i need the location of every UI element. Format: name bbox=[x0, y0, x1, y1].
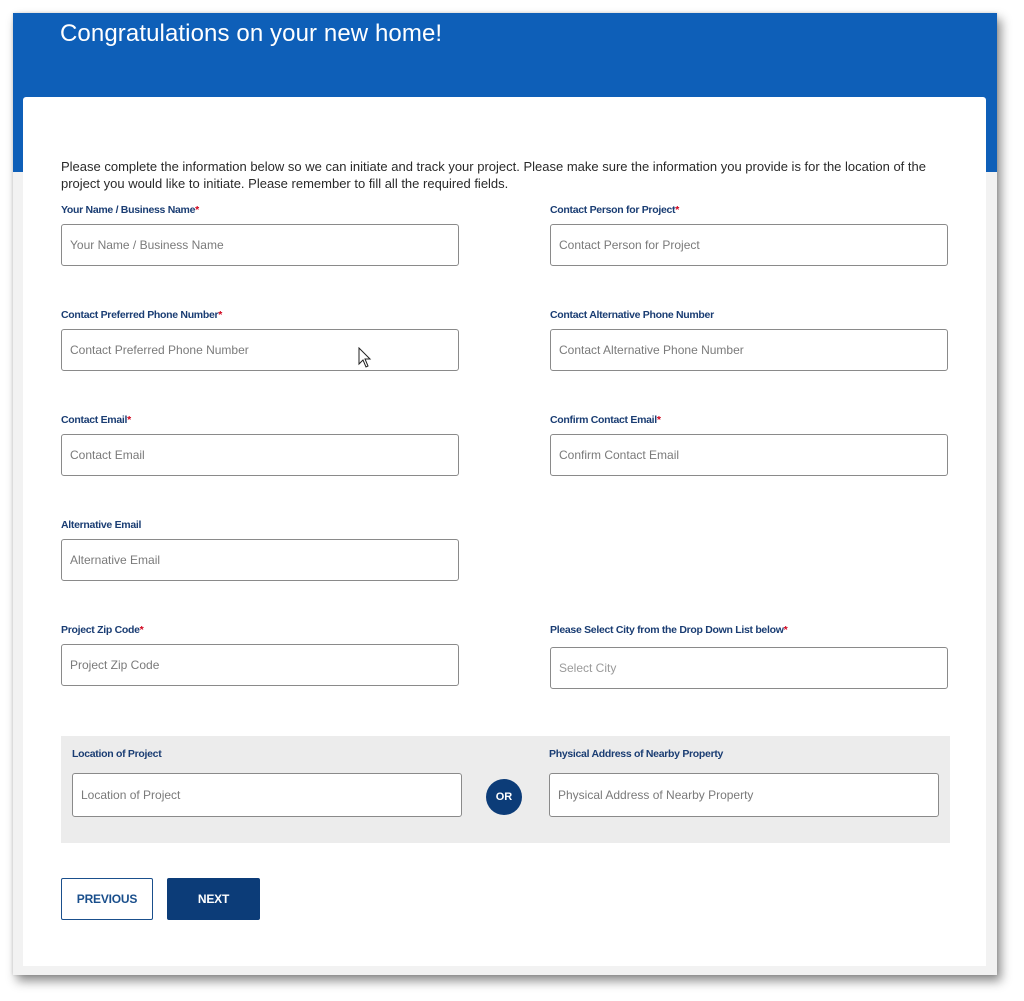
label-text: Physical Address of Nearby Property bbox=[549, 748, 724, 760]
or-badge: OR bbox=[486, 779, 522, 815]
field-label: Location of Project bbox=[72, 747, 472, 761]
field-label: Project Zip Code* bbox=[61, 623, 461, 637]
label-text: Contact Alternative Phone Number bbox=[550, 309, 714, 321]
label-text: Alternative Email bbox=[61, 519, 142, 531]
field-alternative-email: Alternative Email bbox=[61, 518, 461, 581]
preferred-phone-input[interactable] bbox=[61, 329, 459, 371]
required-marker: * bbox=[783, 624, 788, 636]
page-title: Congratulations on your new home! bbox=[60, 20, 443, 47]
required-marker: * bbox=[127, 414, 131, 426]
label-text: Location of Project bbox=[72, 748, 162, 760]
field-label: Confirm Contact Email* bbox=[550, 413, 950, 427]
label-text: Contact Preferred Phone Number bbox=[61, 309, 219, 321]
label-text: Project Zip Code bbox=[61, 624, 140, 636]
field-label: Your Name / Business Name* bbox=[61, 203, 461, 217]
zip-input[interactable] bbox=[61, 644, 459, 686]
browser-window: Congratulations on your new home! Please… bbox=[13, 13, 997, 975]
next-button[interactable]: NEXT bbox=[167, 878, 260, 920]
field-label: Contact Person for Project* bbox=[550, 203, 950, 217]
field-confirm-email: Confirm Contact Email* bbox=[550, 413, 950, 476]
label-text: Confirm Contact Email bbox=[550, 414, 657, 426]
location-input[interactable] bbox=[72, 773, 462, 817]
field-label: Please Select City from the Drop Down Li… bbox=[550, 623, 950, 637]
form-card: Please complete the information below so… bbox=[23, 97, 986, 966]
field-alternative-phone: Contact Alternative Phone Number bbox=[550, 308, 950, 371]
label-text: Contact Email bbox=[61, 414, 128, 426]
required-marker: * bbox=[656, 414, 661, 426]
label-text: Your Name / Business Name bbox=[61, 204, 196, 216]
contact-person-input[interactable] bbox=[550, 224, 948, 266]
field-email: Contact Email* bbox=[61, 413, 461, 476]
previous-button[interactable]: PREVIOUS bbox=[61, 878, 153, 920]
name-input[interactable] bbox=[61, 224, 459, 266]
field-nearby-address: Physical Address of Nearby Property bbox=[549, 747, 949, 817]
required-marker: * bbox=[218, 309, 223, 321]
confirm-email-input[interactable] bbox=[550, 434, 948, 476]
field-label: Contact Preferred Phone Number* bbox=[61, 308, 461, 322]
alternative-email-input[interactable] bbox=[61, 539, 459, 581]
field-location: Location of Project bbox=[72, 747, 472, 817]
field-label: Alternative Email bbox=[61, 518, 461, 532]
field-city: Please Select City from the Drop Down Li… bbox=[550, 623, 950, 689]
field-label: Physical Address of Nearby Property bbox=[549, 747, 949, 761]
field-preferred-phone: Contact Preferred Phone Number* bbox=[61, 308, 461, 371]
required-marker: * bbox=[139, 624, 144, 636]
required-marker: * bbox=[675, 204, 680, 216]
required-marker: * bbox=[195, 204, 199, 216]
field-label: Contact Email* bbox=[61, 413, 461, 427]
field-name: Your Name / Business Name* bbox=[61, 203, 461, 266]
nearby-address-input[interactable] bbox=[549, 773, 939, 817]
field-zip: Project Zip Code* bbox=[61, 623, 461, 686]
label-text: Contact Person for Project bbox=[550, 204, 676, 216]
email-input[interactable] bbox=[61, 434, 459, 476]
city-select[interactable] bbox=[550, 647, 948, 689]
location-panel: Location of Project OR Physical Address … bbox=[61, 736, 950, 843]
alternative-phone-input[interactable] bbox=[550, 329, 948, 371]
field-label: Contact Alternative Phone Number bbox=[550, 308, 950, 322]
field-contact-person: Contact Person for Project* bbox=[550, 203, 950, 266]
label-text: Please Select City from the Drop Down Li… bbox=[550, 624, 784, 636]
intro-text: Please complete the information below so… bbox=[61, 159, 926, 191]
